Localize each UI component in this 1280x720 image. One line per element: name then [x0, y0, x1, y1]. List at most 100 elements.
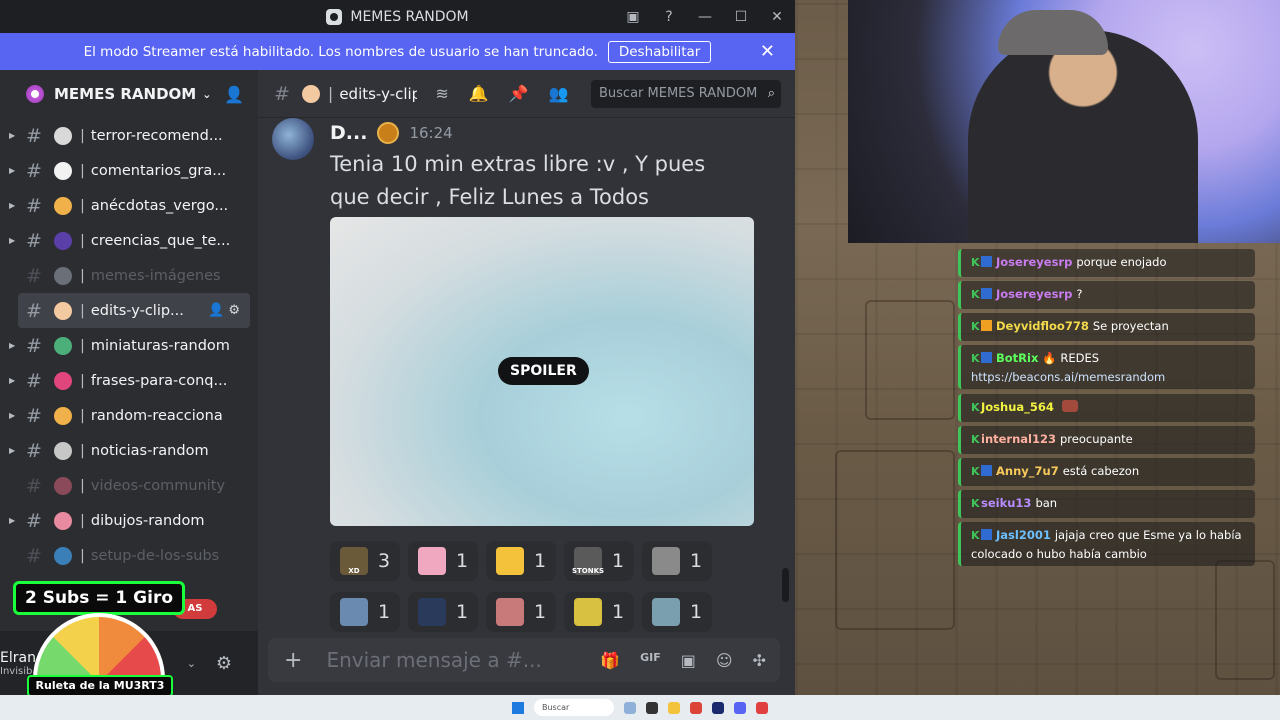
reaction-chip[interactable]: 1: [486, 592, 556, 632]
threads-icon[interactable]: ≋: [435, 84, 448, 103]
cap: [998, 10, 1108, 55]
close-banner-icon[interactable]: ✕: [760, 41, 775, 62]
reaction-emoji-icon: [496, 598, 524, 626]
chrome-icon[interactable]: [690, 701, 702, 714]
sidebar-channel[interactable]: ▶ # | dibujos-random: [0, 503, 258, 538]
chat-username: Anny_7u7: [996, 464, 1059, 478]
sidebar-channel[interactable]: ▶ # | noticias-random: [0, 433, 258, 468]
photoshop-icon[interactable]: [712, 701, 724, 714]
obs-icon[interactable]: [756, 701, 768, 714]
sidebar-channel[interactable]: ▶ # | terror-recomend...: [0, 118, 258, 153]
sidebar-channel[interactable]: # | edits-y-clip... 👤 ⚙: [18, 293, 250, 328]
app-icon[interactable]: [646, 701, 658, 714]
reaction-chip[interactable]: 1: [330, 592, 400, 632]
gear-icon[interactable]: ⚙: [216, 653, 232, 674]
hash-icon: #: [26, 194, 42, 217]
expand-arrow-icon: ▶: [9, 411, 16, 420]
reaction-chip[interactable]: 1: [408, 541, 478, 581]
kick-badge-icon: K: [971, 320, 980, 333]
channel-settings-icon[interactable]: 👤 ⚙: [208, 303, 240, 318]
message-author[interactable]: D...: [330, 122, 367, 144]
server-header[interactable]: MEMES RANDOM ⌄ 👤: [0, 70, 258, 118]
chevron-down-icon[interactable]: ⌄: [187, 657, 196, 670]
sidebar-channel[interactable]: ▶ # | random-reacciona: [0, 398, 258, 433]
channel-label: noticias-random: [90, 442, 209, 459]
reaction-emoji-icon: [340, 598, 368, 626]
members-icon[interactable]: 👥: [549, 84, 569, 103]
channel-list: ▶ # | terror-recomend... ▶ # | comentarios_gra.…: [0, 118, 258, 573]
close-button[interactable]: ✕: [759, 9, 795, 25]
taskbar-search[interactable]: Buscar: [534, 699, 614, 716]
sidebar-channel[interactable]: # | memes-imágenes: [0, 258, 258, 293]
chat-username: Jasl2001: [996, 528, 1051, 542]
server-name: MEMES RANDOM: [54, 85, 197, 103]
apps-icon[interactable]: ✣: [753, 651, 766, 670]
windows-start-icon[interactable]: [512, 701, 524, 714]
reaction-emoji-icon: [652, 547, 680, 575]
discord-taskbar-icon[interactable]: [734, 701, 746, 714]
reaction-emoji-icon: [574, 598, 602, 626]
reaction-emoji-icon: [496, 547, 524, 575]
sidebar-channel[interactable]: ▶ # | creencias_que_te...: [0, 223, 258, 258]
channel-emoji-icon: [54, 441, 72, 460]
pin-icon[interactable]: 📌: [509, 84, 529, 103]
hash-icon: #: [26, 369, 42, 392]
chat-line: K Josereyesrp?: [958, 281, 1255, 309]
sidebar-channel[interactable]: ▶ # | frases-para-conq...: [0, 363, 258, 398]
message-input[interactable]: Enviar mensaje a #...: [326, 648, 541, 672]
reaction-chip[interactable]: 1: [642, 592, 712, 632]
hash-icon: #: [26, 404, 42, 427]
separator: |: [80, 232, 85, 249]
inbox-icon[interactable]: ▣: [615, 9, 651, 25]
chat-username: internal123: [981, 432, 1056, 446]
avatar[interactable]: [272, 118, 314, 160]
spoiler-image[interactable]: SPOILER: [330, 217, 754, 526]
help-icon[interactable]: ?: [651, 9, 687, 25]
chat-text: 🔥 REDES: [1042, 351, 1100, 365]
scrollbar[interactable]: [782, 568, 789, 602]
chat-line: K BotRix 🔥 REDES https://beacons.ai/memesra…: [958, 345, 1255, 389]
gif-icon[interactable]: GIF: [640, 651, 661, 670]
bell-icon[interactable]: 🔔: [469, 84, 489, 103]
task-view-icon[interactable]: [624, 701, 636, 714]
channel-label: anécdotas_vergo...: [90, 197, 229, 214]
emoji-icon[interactable]: ☺: [716, 651, 733, 670]
gift-icon[interactable]: 🎁: [600, 651, 620, 670]
sidebar-channel[interactable]: ▶ # | anécdotas_vergo...: [0, 188, 258, 223]
expand-arrow-icon: ▶: [9, 131, 16, 140]
kick-badge-icon: K: [971, 465, 980, 478]
streamer: [968, 30, 1198, 243]
disable-streamer-button[interactable]: Deshabilitar: [607, 40, 712, 63]
reaction-chip[interactable]: 1: [564, 592, 634, 632]
sidebar-channel[interactable]: # | videos-community: [0, 468, 258, 503]
reaction-chip[interactable]: 1: [642, 541, 712, 581]
file-explorer-icon[interactable]: [668, 701, 680, 714]
sidebar-channel[interactable]: ▶ # | comentarios_gra...: [0, 153, 258, 188]
stone-carving: [1215, 560, 1275, 680]
separator: |: [80, 267, 85, 284]
maximize-button[interactable]: ☐: [723, 9, 759, 25]
search-input[interactable]: Buscar MEMES RANDOM ⌕: [591, 79, 781, 108]
kick-badge-icon: K: [971, 352, 980, 365]
chat-line: Kseiku13 ban: [958, 490, 1255, 518]
reaction-chip[interactable]: STONKS 1: [564, 541, 634, 581]
invite-user-icon[interactable]: 👤: [224, 85, 244, 104]
reaction-chip[interactable]: 1: [486, 541, 556, 581]
sidebar-channel[interactable]: ▶ # | miniaturas-random: [0, 328, 258, 363]
chat-username: Josereyesrp: [996, 287, 1073, 301]
reaction-chip[interactable]: XD 3: [330, 541, 400, 581]
kick-badge-icon: K: [971, 497, 980, 510]
minimize-button[interactable]: —: [687, 9, 723, 25]
separator: |: [80, 477, 85, 494]
hash-icon: #: [26, 439, 42, 462]
separator: |: [80, 442, 85, 459]
sticker-icon[interactable]: ▣: [681, 651, 696, 670]
channel-emoji-icon: [54, 196, 72, 215]
plus-icon[interactable]: +: [284, 648, 302, 673]
message-composer[interactable]: + Enviar mensaje a #... 🎁 GIF ▣ ☺ ✣: [268, 638, 780, 682]
chat-line: K Anny_7u7 está cabezon: [958, 458, 1255, 486]
message-text: Tenia 10 min extras libre :v , Y pues qu…: [330, 152, 706, 209]
spoiler-label: SPOILER: [498, 357, 589, 385]
reaction-chip[interactable]: 1: [408, 592, 478, 632]
sidebar-channel[interactable]: # | setup-de-los-subs: [0, 538, 258, 573]
